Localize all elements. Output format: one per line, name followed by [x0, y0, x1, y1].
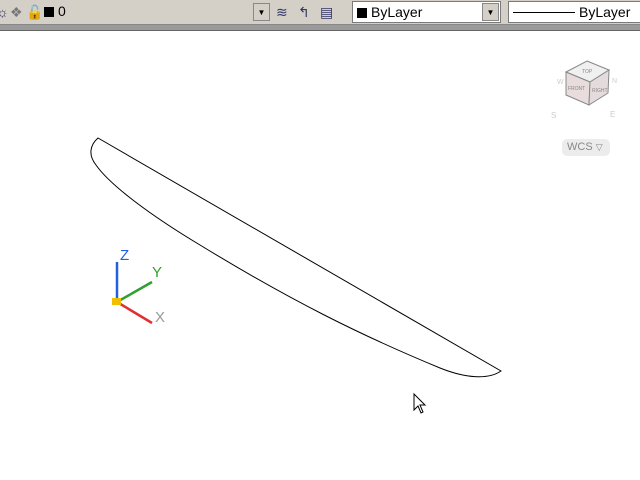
ucs-icon: Z Y X: [112, 247, 165, 326]
layer-color-swatch: [44, 7, 54, 17]
layer-dropdown[interactable]: 0: [40, 1, 272, 23]
color-swatch: [357, 8, 367, 18]
viewcube[interactable]: TOP FRONT RIGHT W N S E: [551, 60, 617, 120]
freeze-icon[interactable]: ❖: [10, 3, 23, 21]
chevron-down-icon: ▽: [595, 142, 603, 152]
wcs-label: WCS: [567, 141, 593, 153]
svg-text:E: E: [610, 110, 615, 119]
ucs-x-axis: [116, 300, 153, 325]
mouse-cursor: [413, 392, 427, 414]
svg-text:RIGHT: RIGHT: [592, 88, 608, 94]
layer-dropdown-arrow[interactable]: ▼: [253, 3, 270, 21]
linetype-value: ByLayer: [579, 4, 631, 20]
svg-text:TOP: TOP: [582, 69, 593, 75]
linetype-dropdown[interactable]: ByLayer: [508, 1, 640, 23]
linetype-sample: [513, 12, 575, 13]
layer-previous-icon[interactable]: ↰: [298, 3, 310, 21]
color-dropdown[interactable]: ByLayer ▼: [352, 1, 501, 23]
ucs-origin: [112, 298, 121, 305]
lightbulb-icon[interactable]: ☼: [0, 3, 9, 21]
color-value: ByLayer: [371, 4, 423, 20]
ucs-y-axis: [116, 280, 153, 304]
ucs-z-label: Z: [120, 247, 129, 264]
toolbar-separator: [0, 25, 640, 31]
layer-states-icon[interactable]: ▤: [320, 3, 333, 21]
layer-value: 0: [58, 3, 66, 19]
drawn-shape[interactable]: [90, 137, 502, 378]
svg-text:N: N: [612, 78, 617, 85]
layer-manager-icon[interactable]: ≋: [276, 3, 288, 21]
svg-text:FRONT: FRONT: [568, 86, 585, 92]
drawing-canvas[interactable]: Z Y X TOP FRONT RIGHT W N S E: [0, 32, 640, 480]
svg-text:W: W: [557, 79, 564, 86]
ucs-y-label: Y: [152, 264, 162, 281]
layers-toolbar: ☼ ❖ 🔓 0 ▼ ≋ ↰ ▤ ByLayer ▼ ByLayer: [0, 0, 640, 25]
wcs-menu[interactable]: WCS ▽: [562, 139, 610, 156]
color-dropdown-arrow[interactable]: ▼: [482, 3, 499, 21]
svg-text:S: S: [551, 111, 556, 120]
ucs-x-label: X: [155, 309, 165, 326]
